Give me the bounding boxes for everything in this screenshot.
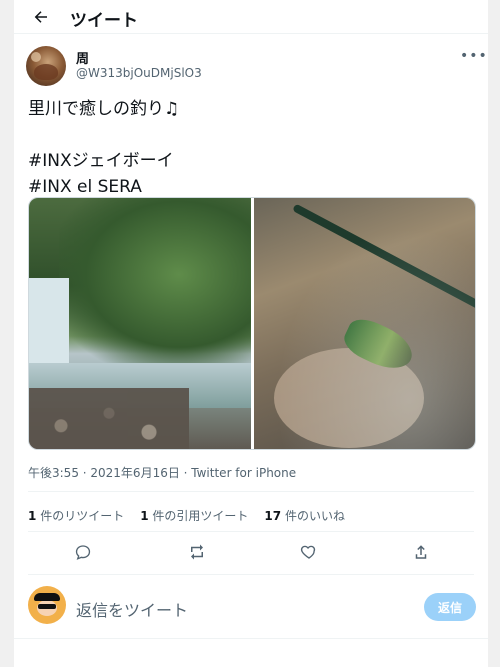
tweet-media xyxy=(28,197,476,450)
top-bar: ツイート xyxy=(14,0,488,34)
reply-submit-button[interactable]: 返信 xyxy=(424,593,476,621)
retweet-icon xyxy=(191,544,203,560)
divider xyxy=(28,491,474,492)
tweet-timestamp[interactable]: 午後3:55 · 2021年6月16日 · Twitter for iPhone xyxy=(28,464,296,481)
author-name[interactable]: 周 xyxy=(76,48,89,67)
author-handle[interactable]: @W313bjOuDMjSlO3 xyxy=(76,66,202,80)
reply-button[interactable] xyxy=(72,541,94,563)
divider xyxy=(28,574,474,575)
back-button[interactable] xyxy=(30,6,52,28)
retweet-button[interactable] xyxy=(186,541,208,563)
more-button[interactable]: ••• xyxy=(460,48,488,64)
author-avatar[interactable] xyxy=(26,46,66,86)
tweet-detail-page: ツイート 周 @W313bjOuDMjSlO3 ••• 里川で癒しの釣り♫ #I… xyxy=(14,0,488,667)
photo-lure[interactable] xyxy=(253,198,475,449)
reply-input[interactable]: 返信をツイート xyxy=(76,597,188,621)
share-icon xyxy=(415,545,427,559)
current-user-avatar[interactable] xyxy=(28,586,66,624)
like-button[interactable] xyxy=(298,541,320,563)
tweet-text: 里川で癒しの釣り♫ #INXジェイボーイ #INX el SERA xyxy=(28,99,180,197)
reply-icon xyxy=(75,545,91,560)
photo-river[interactable] xyxy=(29,198,251,449)
retweets-stat[interactable]: 1 件のリツイート xyxy=(28,507,124,524)
quotes-stat[interactable]: 1 件の引用ツイート xyxy=(140,507,248,524)
tweet-actions xyxy=(14,541,488,567)
arrow-left-icon xyxy=(34,11,47,23)
share-button[interactable] xyxy=(410,541,432,563)
tweet-stats: 1 件のリツイート 1 件の引用ツイート 17 件のいいね xyxy=(28,507,345,524)
divider xyxy=(28,531,474,532)
heart-icon xyxy=(300,545,316,559)
page-title: ツイート xyxy=(70,11,138,31)
more-dots-icon: ••• xyxy=(460,48,488,64)
likes-stat[interactable]: 17 件のいいね xyxy=(264,507,345,524)
divider xyxy=(14,638,488,639)
